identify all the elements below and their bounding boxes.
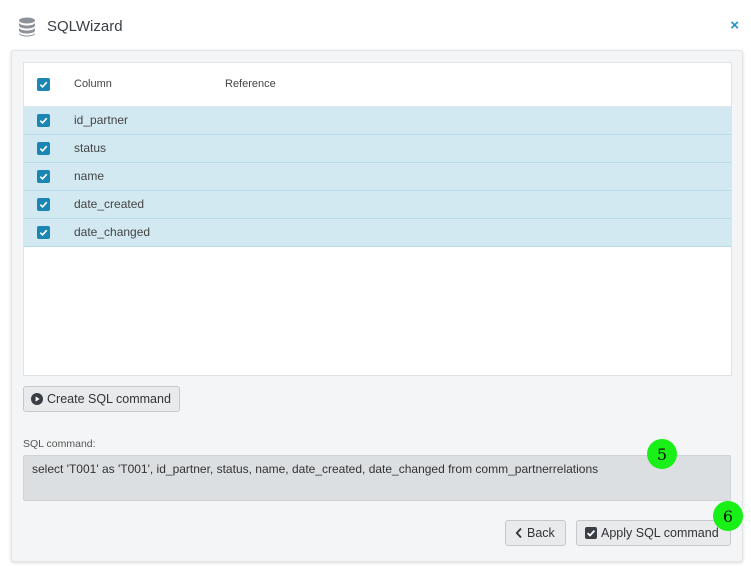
step-marker: 6 [713,501,743,531]
window-title: SQLWizard [47,18,123,35]
back-label: Back [527,526,555,540]
row-checkbox[interactable] [37,198,50,211]
row-column-name: id_partner [74,113,129,127]
title-bar: SQLWizard × [0,0,751,52]
check-icon [39,145,48,153]
play-circle-icon [31,393,43,405]
database-icon [19,17,35,37]
sql-command-field[interactable]: select 'T001' as 'T001', id_partner, sta… [23,455,731,501]
grid-header: Column Reference [24,63,731,107]
table-row[interactable]: status [24,135,731,163]
close-icon[interactable]: × [730,17,739,34]
check-icon [39,229,48,237]
sql-command-label: SQL command: [23,438,96,450]
row-checkbox[interactable] [37,226,50,239]
apply-sql-command-label: Apply SQL command [601,526,719,540]
header-column[interactable]: Column [74,78,112,90]
check-icon [39,173,48,181]
create-sql-command-button[interactable]: Create SQL command [23,386,180,412]
check-icon [39,81,48,89]
table-row[interactable]: date_created [24,191,731,219]
row-column-name: status [74,141,107,155]
apply-sql-command-button[interactable]: Apply SQL command [576,520,731,546]
chevron-left-icon [515,527,523,539]
wizard-panel: Column Reference id_partner status name [11,50,743,562]
create-sql-command-label: Create SQL command [47,392,171,406]
row-column-name: date_changed [74,225,151,239]
check-icon [39,117,48,125]
row-column-name: name [74,169,105,183]
column-grid: Column Reference id_partner status name [23,62,732,376]
check-icon [39,201,48,209]
table-row[interactable]: date_changed [24,219,731,247]
row-checkbox[interactable] [37,114,50,127]
row-checkbox[interactable] [37,142,50,155]
check-square-icon [585,527,597,539]
row-checkbox[interactable] [37,170,50,183]
table-row[interactable]: id_partner [24,107,731,135]
back-button[interactable]: Back [505,520,566,546]
select-all-checkbox[interactable] [37,78,50,91]
row-column-name: date_created [74,197,145,211]
header-reference[interactable]: Reference [225,78,276,90]
step-marker: 5 [647,439,677,469]
table-row[interactable]: name [24,163,731,191]
